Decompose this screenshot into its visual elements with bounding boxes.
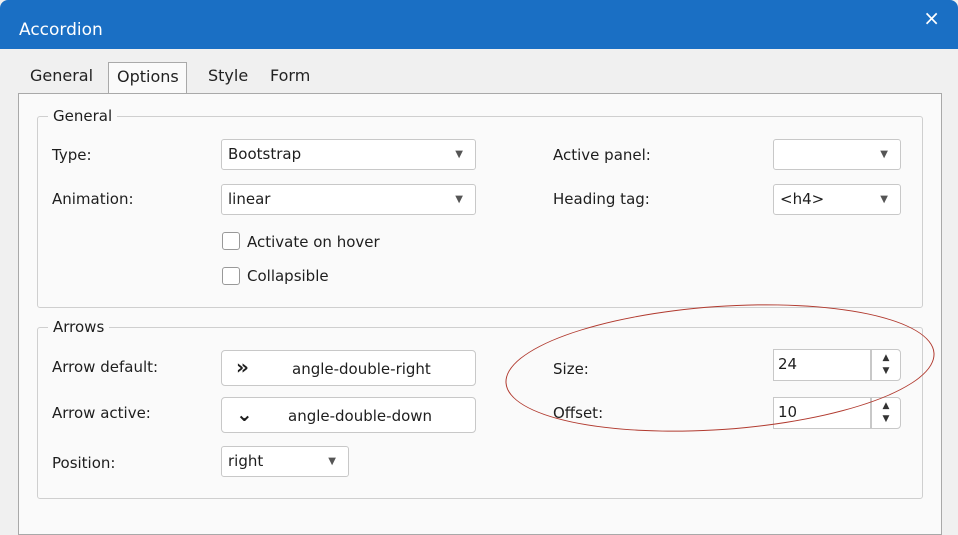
heading-tag-select[interactable]: <h4> ▼ (773, 184, 901, 215)
close-icon[interactable]: × (923, 6, 940, 30)
position-label: Position: (52, 454, 116, 472)
angle-double-right-icon: » (236, 355, 249, 379)
general-group: General Type: Bootstrap ▼ Animation: line… (37, 107, 923, 308)
animation-value: linear (228, 190, 271, 208)
collapsible-label[interactable]: Collapsible (247, 267, 329, 285)
title-bar: Accordion × (0, 0, 958, 49)
animation-select[interactable]: linear ▼ (221, 184, 476, 215)
collapsible-checkbox[interactable] (222, 267, 240, 285)
chevron-down-icon: ▼ (328, 456, 336, 467)
heading-tag-value: <h4> (780, 190, 825, 208)
position-select[interactable]: right ▼ (221, 446, 349, 477)
active-panel-select[interactable]: ▼ (773, 139, 901, 170)
tab-general[interactable]: General (30, 66, 93, 85)
activate-on-hover-label[interactable]: Activate on hover (247, 233, 380, 251)
arrow-default-label: Arrow default: (52, 358, 159, 376)
heading-tag-label: Heading tag: (553, 190, 650, 208)
chevron-down-icon: ▼ (455, 194, 463, 205)
arrow-default-value: angle-double-right (292, 360, 431, 378)
active-panel-label: Active panel: (553, 146, 651, 164)
arrows-legend: Arrows (48, 318, 110, 336)
chevron-down-icon: ▼ (880, 149, 888, 160)
general-legend: General (48, 107, 118, 125)
type-select[interactable]: Bootstrap ▼ (221, 139, 476, 170)
animation-label: Animation: (52, 190, 134, 208)
tab-form[interactable]: Form (270, 66, 310, 85)
type-label: Type: (52, 146, 92, 164)
stepper-arrows-icon[interactable]: ▲ ▼ (871, 397, 901, 429)
arrow-active-label: Arrow active: (52, 404, 151, 422)
tab-style[interactable]: Style (208, 66, 248, 85)
window-title: Accordion (19, 20, 103, 40)
activate-on-hover-checkbox[interactable] (222, 232, 240, 250)
arrow-active-value: angle-double-down (288, 407, 433, 425)
arrow-default-button[interactable]: » angle-double-right (221, 350, 476, 386)
chevron-down-icon: ▼ (455, 149, 463, 160)
type-value: Bootstrap (228, 145, 302, 163)
arrow-active-button[interactable]: ⌄ angle-double-down (221, 397, 476, 433)
chevron-down-icon: ▼ (880, 194, 888, 205)
angle-double-down-icon: ⌄ (236, 402, 253, 426)
position-value: right (228, 452, 264, 470)
